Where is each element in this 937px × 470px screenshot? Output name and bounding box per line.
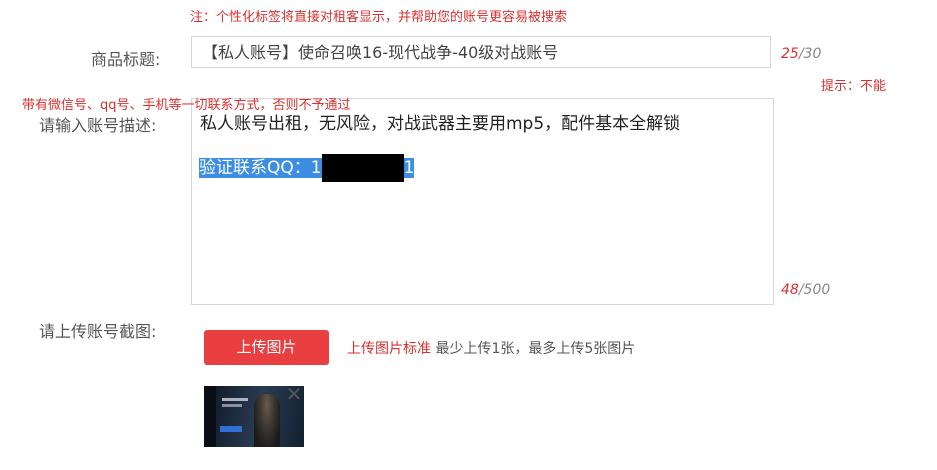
thumbnail-button-mark xyxy=(220,426,242,432)
thumbnail-subtitle-mark xyxy=(222,404,242,407)
thumbnail-title-mark xyxy=(222,398,248,401)
personalized-tag-note: 注：个性化标签将直接对租客显示，并帮助您的账号更容易被搜索 xyxy=(190,10,568,25)
thumbnail-soldier-figure xyxy=(254,394,280,447)
title-count-current: 25 xyxy=(781,46,799,62)
description-label: 请输入账号描述: xyxy=(39,116,157,135)
title-count-max: /30 xyxy=(798,46,822,62)
title-label: 商品标题: xyxy=(91,50,161,69)
upload-label: 请上传账号截图: xyxy=(39,322,157,341)
description-char-counter: 48/500 xyxy=(781,282,830,298)
redacted-block xyxy=(321,154,404,182)
hint-right: 提示：不能 xyxy=(821,79,887,94)
description-count-current: 48 xyxy=(781,282,799,298)
description-textarea[interactable]: 私人账号出租，无风险，对战武器主要用mp5，配件基本全解锁 验证联系QQ：1 1 xyxy=(191,98,774,305)
upload-standard: 上传图片标准 最少上传1张，最多上传5张图片 xyxy=(347,338,635,358)
hint-left: 带有微信号、qq号、手机等一切联系方式，否则不予通过 xyxy=(22,98,351,113)
title-char-counter: 25/30 xyxy=(781,46,821,62)
upload-standard-text: 最少上传1张，最多上传5张图片 xyxy=(431,341,636,357)
thumbnail-sidebar xyxy=(204,386,216,447)
description-count-max: /500 xyxy=(798,282,831,298)
title-input[interactable]: 【私人账号】使命召唤16-现代战争-40级对战账号 xyxy=(191,36,771,68)
selected-text: 验证联系QQ：1 xyxy=(199,158,322,178)
selected-text-end: 1 xyxy=(403,158,415,178)
upload-image-button[interactable]: 上传图片 xyxy=(204,330,329,365)
description-line-2: 验证联系QQ：1 1 xyxy=(199,153,415,182)
close-icon[interactable]: ✕ xyxy=(285,384,303,404)
upload-standard-link[interactable]: 上传图片标准 xyxy=(347,341,431,357)
